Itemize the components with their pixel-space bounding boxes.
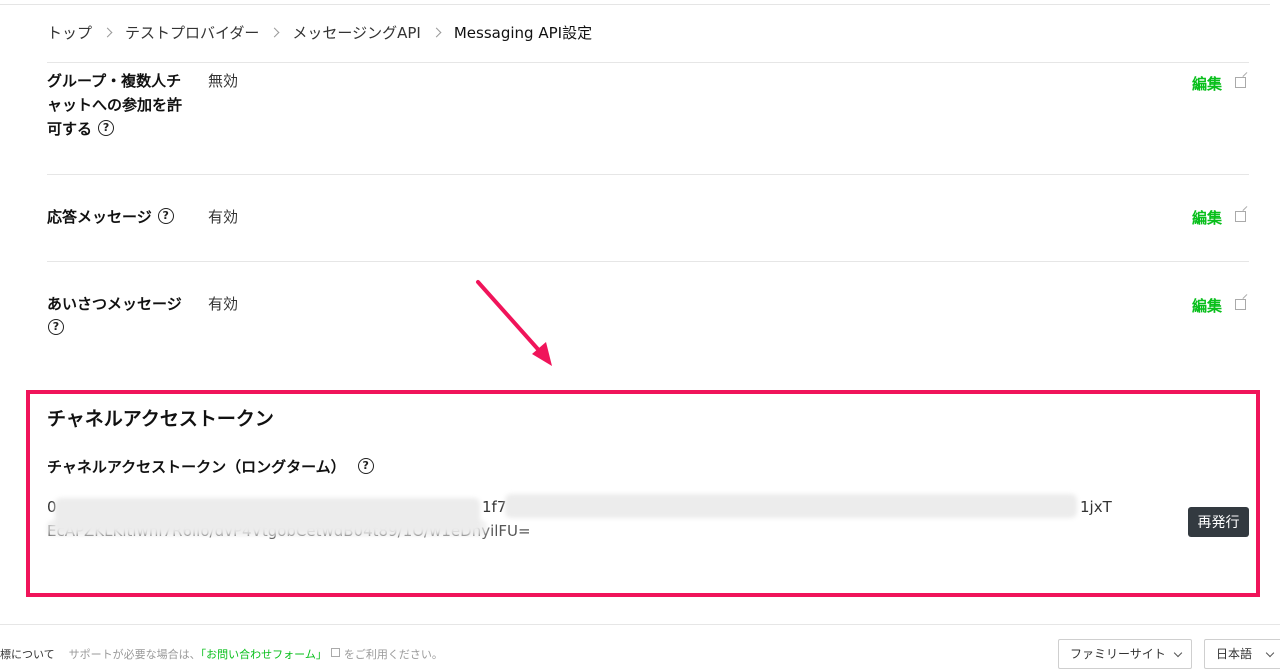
external-link-icon	[1235, 299, 1246, 310]
token-fragment: 1f7	[482, 498, 507, 516]
external-link-icon	[1235, 77, 1246, 88]
footer-tail-text: をご利用ください。	[343, 648, 443, 661]
footer-trademark-link[interactable]: 標について	[0, 648, 55, 661]
edit-link-greeting[interactable]: 編集	[1192, 294, 1222, 318]
breadcrumb-item-top[interactable]: トップ	[47, 22, 92, 43]
help-icon[interactable]: ?	[98, 119, 115, 136]
token-label-text: チャネルアクセストークン（ロングターム）	[47, 458, 346, 476]
label-text: あいさつメッセージ	[47, 295, 182, 313]
reissue-button[interactable]: 再発行	[1188, 507, 1249, 537]
external-link-icon	[330, 648, 340, 657]
setting-label-greeting: あいさつメッセージ ?	[47, 292, 182, 340]
chevron-down-icon	[1173, 648, 1183, 658]
footer-divider	[0, 624, 1280, 625]
redaction-blur	[505, 494, 1077, 518]
setting-label-auto-reply: 応答メッセージ?	[47, 205, 174, 229]
chevron-right-icon	[269, 27, 280, 37]
section-divider	[47, 261, 1249, 262]
breadcrumb-item-current: Messaging API設定	[453, 23, 593, 42]
contact-form-link[interactable]: 「お問い合わせフォーム」	[201, 648, 327, 661]
section-divider	[47, 174, 1249, 175]
section-title-channel-token: チャネルアクセストークン	[47, 408, 274, 430]
help-icon[interactable]: ?	[157, 207, 174, 224]
footer-text: 標について サポートが必要な場合は、「お問い合わせフォーム」 をご利用ください。	[0, 646, 443, 664]
setting-label-group-chat: グループ・複数人チ ャットへの参加を許 可する?	[47, 69, 182, 141]
redaction-blur	[47, 520, 487, 536]
setting-value-auto-reply: 有効	[208, 208, 239, 226]
edit-link-auto-reply[interactable]: 編集	[1192, 206, 1222, 230]
setting-value-greeting: 有効	[208, 295, 239, 313]
label-line: 可する	[47, 120, 93, 138]
breadcrumb-item-provider[interactable]: テストプロバイダー	[125, 22, 259, 43]
setting-value-group-chat: 無効	[208, 72, 239, 90]
annotation-arrow-icon	[476, 280, 552, 366]
section-divider	[47, 62, 1249, 63]
chevron-right-icon	[102, 27, 113, 37]
token-fragment: 1jxT	[1080, 498, 1112, 516]
family-site-label: ファミリーサイト	[1070, 647, 1166, 661]
external-link-icon	[1235, 211, 1246, 222]
edit-link-group-chat[interactable]: 編集	[1192, 72, 1222, 96]
chevron-right-icon	[431, 27, 442, 37]
top-border	[0, 0, 1270, 5]
label-line: グループ・複数人チ	[47, 72, 182, 90]
breadcrumb-item-messaging-api[interactable]: メッセージングAPI	[292, 22, 420, 43]
footer-support-text: サポートが必要な場合は、	[68, 648, 201, 661]
language-label: 日本語	[1216, 647, 1253, 661]
help-icon[interactable]: ?	[357, 457, 374, 474]
label-line: ャットへの参加を許	[47, 96, 183, 114]
chevron-down-icon	[1265, 648, 1275, 658]
label-text: 応答メッセージ	[47, 208, 152, 226]
help-icon[interactable]: ?	[48, 318, 64, 335]
breadcrumb: トップ テストプロバイダー メッセージングAPI Messaging API設定	[47, 21, 592, 43]
token-label: チャネルアクセストークン（ロングターム）?	[47, 456, 374, 478]
